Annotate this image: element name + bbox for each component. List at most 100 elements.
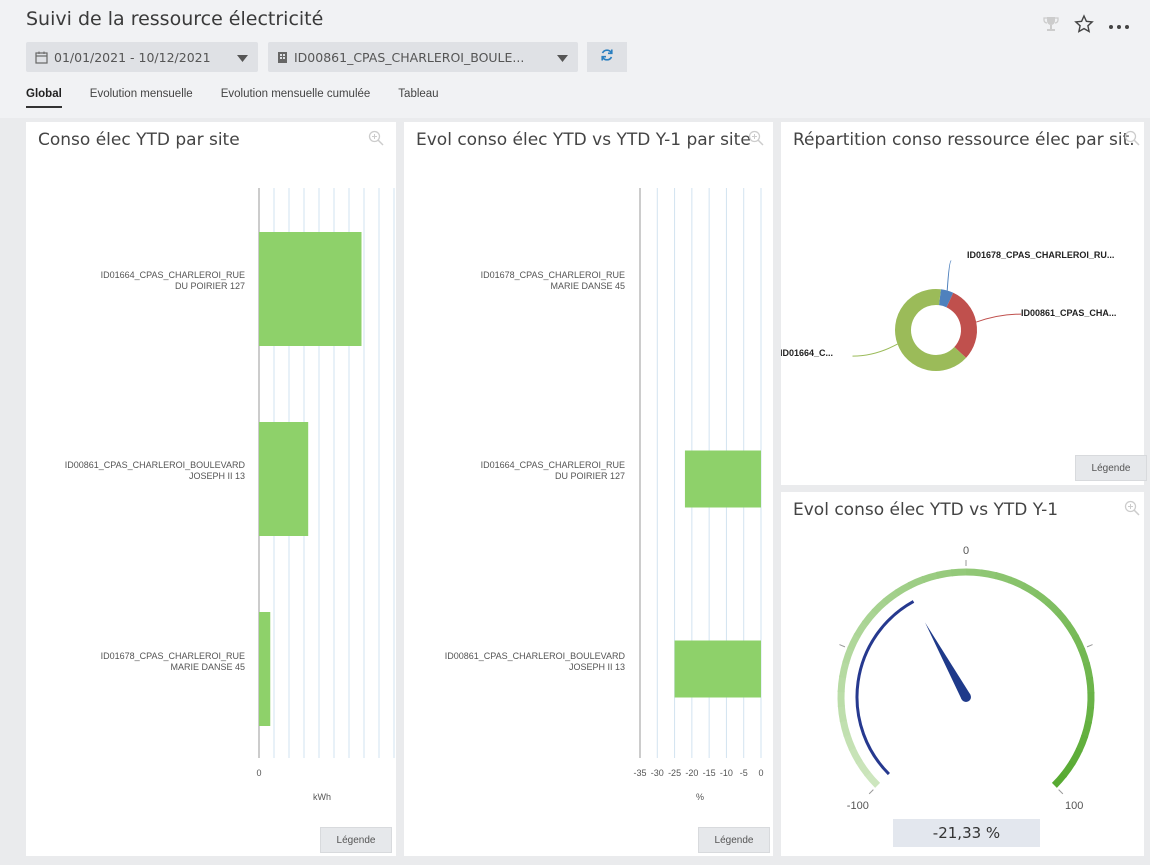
y-label-line: ID00861_CPAS_CHARLEROI_BOULEVARD [444, 651, 625, 661]
gauge-band-segment [842, 646, 855, 665]
gauge-band-segment [1021, 582, 1039, 597]
gauge-band-segment [1085, 676, 1095, 694]
gauge-tick [839, 644, 846, 648]
gauge-band-segment [1060, 760, 1076, 778]
gauge-band-segment [1084, 706, 1095, 724]
x-tick-label: -15 [703, 768, 716, 778]
leader-line [946, 260, 952, 291]
gauge-tick [1086, 644, 1093, 648]
y-label-line: JOSEPH II 13 [188, 471, 245, 481]
gauge-band-segment [837, 675, 847, 693]
bar [674, 640, 761, 698]
x-tick-label: 0 [758, 768, 763, 778]
tab-tableau[interactable]: Tableau [398, 88, 438, 100]
gauge-band-segment [907, 575, 926, 589]
more-icon[interactable] [1108, 18, 1130, 36]
gauge-band-segment [1008, 576, 1026, 590]
y-label-line: ID01678_CPAS_CHARLEROI_RUE [100, 651, 245, 661]
gauge-band-segment [1078, 647, 1091, 666]
top-actions [1042, 14, 1130, 39]
y-label-3: ID00861_CPAS_CHARLEROI_BOULEVARD JOSEPH I… [445, 651, 625, 673]
gauge-min-label: -100 [847, 800, 869, 812]
dashboard-header: Suivi de la ressource électricité 01/01/… [0, 0, 1150, 118]
gauge-band-segment [1033, 590, 1051, 606]
conso-panel: Conso élec YTD par site 0 kWh ID01664_CPA… [26, 122, 396, 856]
y-label-line: ID01664_CPAS_CHARLEROI_RUE [480, 460, 625, 470]
gauge-band-segment [894, 581, 913, 596]
star-icon[interactable] [1074, 14, 1094, 39]
bar [684, 450, 761, 508]
gauge-band-segment [855, 759, 871, 777]
gauge-band-segment [1081, 720, 1093, 739]
slice-label: ID00861_CPAS_CHA... [1021, 308, 1116, 318]
y-label-line: ID00861_CPAS_CHARLEROI_BOULEVARD [64, 460, 245, 470]
refresh-button[interactable] [587, 42, 627, 72]
gauge-tick [1058, 789, 1064, 795]
gauge-band-segment [837, 705, 847, 723]
gauge-zero-label: 0 [963, 545, 969, 557]
gauge-band-segment [965, 568, 983, 577]
y-label-line: MARIE DANSE 45 [550, 281, 625, 291]
evol-panel: Evol conso élec YTD vs YTD Y-1 par site … [404, 122, 773, 856]
legend-button[interactable]: Légende [698, 827, 770, 853]
x-tick-label: -35 [633, 768, 646, 778]
y-label-line: DU POIRIER 127 [174, 281, 245, 291]
page-title: Suivi de la ressource électricité [26, 8, 324, 30]
x-axis-unit: kWh [313, 792, 331, 802]
gauge-band-segment [862, 608, 878, 626]
leader-line [976, 313, 1022, 323]
x-tick-label: 0 [256, 768, 261, 778]
trophy-icon[interactable] [1042, 15, 1060, 38]
x-tick-label: -30 [651, 768, 664, 778]
slice-label: ID01678_CPAS_CHARLEROI_RU... [967, 250, 1114, 260]
gauge-band-segment [871, 598, 889, 615]
y-label-1: ID01664_CPAS_CHARLEROI_RUE DU POIRIER 127 [101, 270, 245, 292]
gauge-band-segment [994, 572, 1012, 584]
y-label-3: ID01678_CPAS_CHARLEROI_RUE MARIE DANSE 45 [101, 651, 245, 673]
slice-label: ID01664_C... [781, 348, 833, 358]
gauge-value: -21,33 % [893, 819, 1040, 847]
refresh-icon [600, 48, 614, 67]
gauge-band-segment [839, 660, 850, 679]
y-label-line: JOSEPH II 13 [568, 662, 625, 672]
leader-line [852, 343, 898, 357]
gauge-band-segment [1071, 634, 1086, 652]
bar [259, 612, 271, 726]
site-filter[interactable]: ID00861_CPAS_CHARLEROI_BOULE... [268, 42, 578, 72]
tab-global[interactable]: Global [26, 88, 62, 108]
repartition-panel: Répartition conso ressource élec par sit… [781, 122, 1147, 485]
gauge-chart: -100 100 0 [837, 545, 1095, 812]
y-label-2: ID01664_CPAS_CHARLEROI_RUE DU POIRIER 127 [481, 460, 625, 482]
chevron-down-icon [237, 50, 248, 65]
x-tick-label: -5 [740, 768, 748, 778]
y-label-line: MARIE DANSE 45 [170, 662, 245, 672]
gauge-band-segment [1087, 691, 1095, 709]
gauge-max-label: 100 [1065, 800, 1083, 812]
gauge-band-segment [1075, 734, 1089, 753]
bar [259, 422, 309, 536]
x-axis-unit: % [696, 792, 704, 802]
gauge-band-segment [936, 569, 954, 579]
bar [259, 232, 362, 346]
chevron-down-icon [557, 50, 568, 65]
gauge-band-segment [839, 719, 851, 737]
tab-evolution-mensuelle[interactable]: Evolution mensuelle [90, 88, 193, 100]
calendar-icon [35, 51, 48, 64]
repartition-donut-chart: ID01678_CPAS_CHARLEROI_RU... ID00861_CPAS… [781, 250, 1116, 371]
legend-button[interactable]: Légende [320, 827, 392, 853]
gauge-band-segment [848, 746, 863, 765]
gauge-band-segment [1051, 772, 1067, 788]
y-label-line: DU POIRIER 127 [554, 471, 625, 481]
gauge-band-segment [864, 771, 881, 788]
donut-slice [946, 292, 977, 358]
gauge-band-segment [950, 568, 968, 577]
gauge-band-segment [980, 569, 998, 580]
x-tick-label: -20 [685, 768, 698, 778]
gauge-panel: Evol conso élec YTD vs YTD Y-1 -100 100 0 [781, 492, 1144, 856]
tab-evolution-mensuelle-cumulee[interactable]: Evolution mensuelle cumulée [221, 88, 371, 100]
gauge-band-segment [1055, 609, 1071, 627]
date-range-filter[interactable]: 01/01/2021 - 10/12/2021 [26, 42, 258, 72]
gauge-band-segment [921, 571, 940, 584]
legend-button[interactable]: Légende [1075, 455, 1147, 481]
y-label-line: ID01678_CPAS_CHARLEROI_RUE [480, 270, 625, 280]
